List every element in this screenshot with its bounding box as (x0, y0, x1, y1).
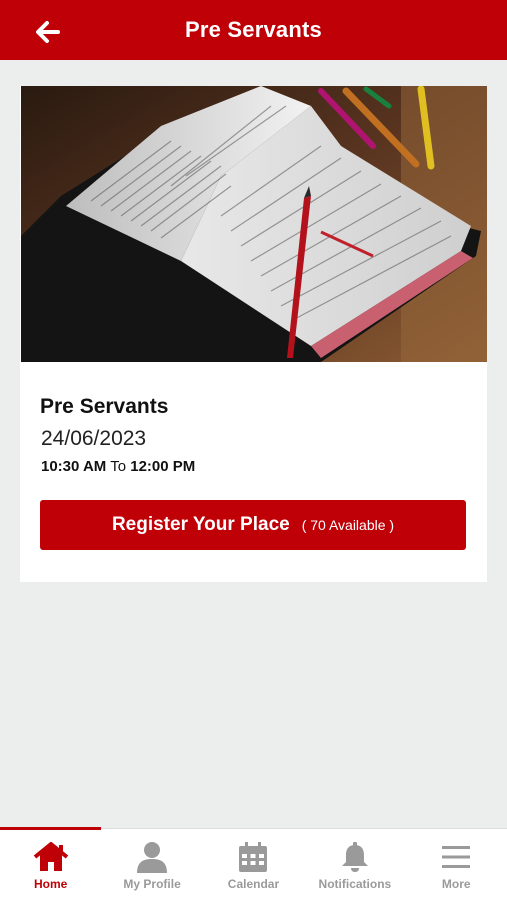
bell-icon (341, 842, 368, 872)
available-count: ( 70 Available ) (301, 517, 395, 533)
event-start-time: 10:30 AM (41, 458, 107, 475)
menu-icon (442, 846, 471, 868)
tab-label-my-profile: My Profile (123, 877, 181, 891)
bottom-tab-bar: Home My Profile Calendar Notifications M… (0, 827, 507, 900)
event-end-time: 12:00 PM (130, 458, 196, 475)
tab-my-profile[interactable]: My Profile (101, 829, 202, 900)
page-title: Pre Servants (185, 17, 322, 42)
event-card: Pre Servants 24/06/2023 10:30 AM To 12:0… (20, 86, 487, 582)
tab-calendar[interactable]: Calendar (203, 829, 304, 900)
event-title: Pre Servants (40, 395, 169, 418)
tab-more[interactable]: More (406, 829, 507, 900)
tab-label-calendar: Calendar (227, 877, 280, 891)
register-button[interactable]: Register Your Place ( 70 Available ) (40, 500, 466, 550)
calendar-icon (239, 842, 268, 872)
tab-label-notifications: Notifications (318, 877, 392, 891)
user-icon (137, 842, 168, 873)
tab-label-more: More (441, 877, 471, 891)
tab-label-home: Home (34, 877, 68, 891)
event-date: 24/06/2023 (41, 427, 147, 450)
register-label: Register Your Place (111, 514, 290, 535)
event-time: 10:30 AM To 12:00 PM (41, 458, 195, 475)
arrow-left-icon (36, 21, 60, 43)
time-separator: To (110, 458, 127, 475)
app-header: Pre Servants (0, 0, 507, 60)
home-icon (33, 842, 68, 871)
event-image (21, 86, 487, 362)
back-button[interactable] (30, 14, 66, 50)
tab-notifications[interactable]: Notifications (304, 829, 405, 900)
tab-home[interactable]: Home (0, 827, 102, 900)
